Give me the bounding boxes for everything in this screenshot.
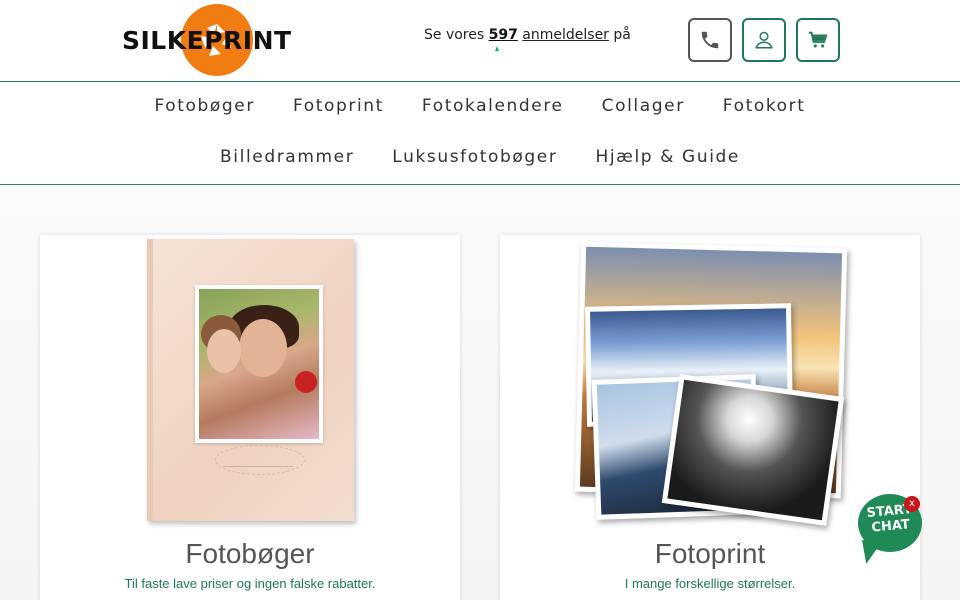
nav-item-collager[interactable]: Collager xyxy=(602,96,685,116)
nav-item-fotoprint[interactable]: Fotoprint xyxy=(293,96,384,116)
product-section: Fotobøger Til faste lave priser og ingen… xyxy=(0,185,960,600)
nav-item-hjaelp-guide[interactable]: Hjælp & Guide xyxy=(595,147,740,167)
cart-button[interactable] xyxy=(796,18,840,62)
reviews-prefix: Se vores xyxy=(424,27,485,43)
nav-row-1: Fotobøger Fotoprint Fotokalendere Collag… xyxy=(0,96,960,116)
nav-item-billedrammer[interactable]: Billedrammer xyxy=(220,147,354,167)
card-subtitle: I mange forskellige størrelser. xyxy=(624,576,796,591)
account-button[interactable] xyxy=(742,18,786,62)
card-title[interactable]: Fotobøger xyxy=(40,538,460,570)
photobook-title-line xyxy=(223,457,293,467)
reviews-link[interactable]: anmeldelser xyxy=(522,27,609,43)
reviews-count[interactable]: 597 xyxy=(489,27,518,43)
reviews-suffix: på xyxy=(613,27,631,43)
reviews-summary: Se vores 597 anmeldelser på xyxy=(424,27,631,43)
photobook-image xyxy=(147,239,354,521)
nav-row-2: Billedrammer Luksusfotobøger Hjælp & Gui… xyxy=(0,147,960,167)
nav-item-fotokort[interactable]: Fotokort xyxy=(723,96,806,116)
user-icon xyxy=(755,31,773,49)
phone-icon xyxy=(701,31,719,49)
silkeprint-logo[interactable]: SILKEPRINT xyxy=(122,4,322,78)
card-subtitle: Til faste lave priser og ingen falske ra… xyxy=(124,576,376,591)
nav-item-luksusfotoboger[interactable]: Luksusfotobøger xyxy=(392,147,557,167)
photobook-cover-photo xyxy=(195,285,323,443)
chat-close-button[interactable]: x xyxy=(904,496,920,512)
cart-icon xyxy=(808,31,828,48)
print-bw-wedding xyxy=(661,374,845,526)
phone-button[interactable] xyxy=(688,18,732,62)
photoprints-image xyxy=(570,241,860,528)
site-header: SILKEPRINT Se vores 597 anmeldelser på xyxy=(0,0,960,82)
logo-text: SILKEPRINT xyxy=(122,26,292,55)
nav-item-fotokalendere[interactable]: Fotokalendere xyxy=(422,96,564,116)
nav-item-fotoboger[interactable]: Fotobøger xyxy=(154,96,254,116)
main-navigation: Fotobøger Fotoprint Fotokalendere Collag… xyxy=(0,82,960,185)
product-card-fotoboger[interactable]: Fotobøger Til faste lave priser og ingen… xyxy=(40,235,460,600)
trustpilot-star-icon xyxy=(495,46,499,51)
start-chat-widget[interactable]: START CHAT x xyxy=(856,494,922,564)
